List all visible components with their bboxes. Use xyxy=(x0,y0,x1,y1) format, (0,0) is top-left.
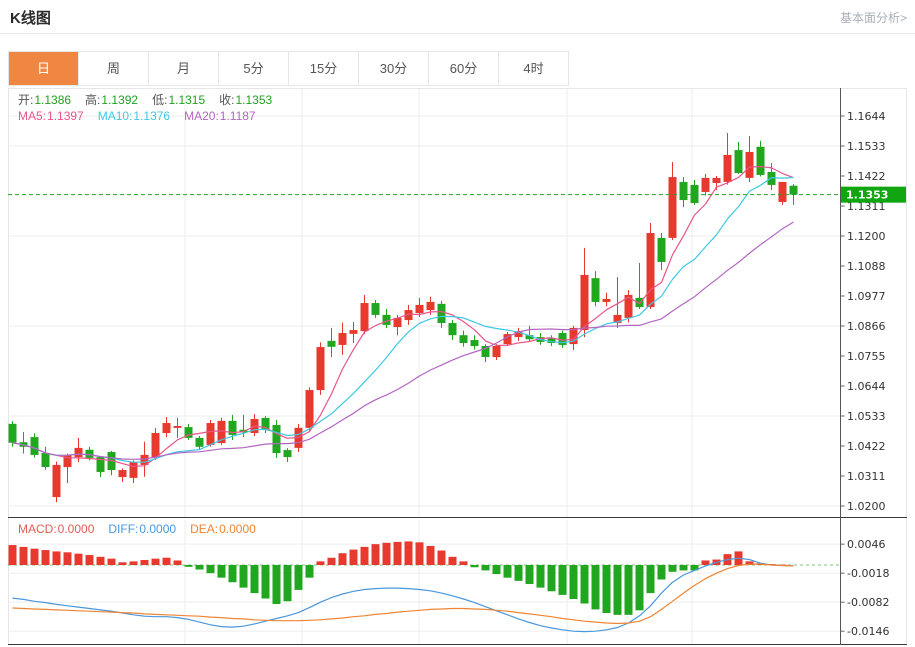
svg-text:1.0533: 1.0533 xyxy=(847,410,886,423)
tab-30min[interactable]: 30分 xyxy=(359,52,429,85)
svg-text:1.0200: 1.0200 xyxy=(847,500,886,513)
svg-text:-0.0018: -0.0018 xyxy=(847,567,889,580)
tab-week[interactable]: 周 xyxy=(79,52,149,85)
fundamental-analysis-link[interactable]: 基本面分析> xyxy=(840,9,907,26)
svg-text:1.0755: 1.0755 xyxy=(847,350,886,363)
page-header: K线图 基本面分析> xyxy=(0,0,915,34)
page-title: K线图 xyxy=(10,7,51,28)
svg-text:1.0311: 1.0311 xyxy=(847,470,886,483)
tab-60min[interactable]: 60分 xyxy=(429,52,499,85)
svg-text:-0.0082: -0.0082 xyxy=(847,596,889,609)
tab-4hour[interactable]: 4时 xyxy=(499,52,568,85)
tab-5min[interactable]: 5分 xyxy=(219,52,289,85)
interval-tabbar: 日周月5分15分30分60分4时 xyxy=(8,51,569,86)
svg-text:1.1200: 1.1200 xyxy=(847,230,886,243)
current-price-badge-text: 1.1353 xyxy=(846,189,888,202)
kline-chart-container: 1.16441.15331.14221.13111.12001.10881.09… xyxy=(8,88,907,645)
tab-month[interactable]: 月 xyxy=(149,52,219,85)
tab-15min[interactable]: 15分 xyxy=(289,52,359,85)
svg-text:-0.0146: -0.0146 xyxy=(847,625,889,638)
svg-text:1.0644: 1.0644 xyxy=(847,380,886,393)
svg-text:1.1088: 1.1088 xyxy=(847,260,886,273)
svg-text:1.0977: 1.0977 xyxy=(847,290,886,303)
svg-text:1.1533: 1.1533 xyxy=(847,140,886,153)
svg-text:1.0866: 1.0866 xyxy=(847,320,886,333)
svg-text:0.0046: 0.0046 xyxy=(847,538,886,551)
svg-text:1.1644: 1.1644 xyxy=(847,110,886,123)
kline-chart[interactable]: 1.16441.15331.14221.13111.12001.10881.09… xyxy=(8,88,907,645)
tab-day[interactable]: 日 xyxy=(9,52,79,85)
svg-text:1.1422: 1.1422 xyxy=(847,170,886,183)
svg-text:1.0422: 1.0422 xyxy=(847,440,886,453)
